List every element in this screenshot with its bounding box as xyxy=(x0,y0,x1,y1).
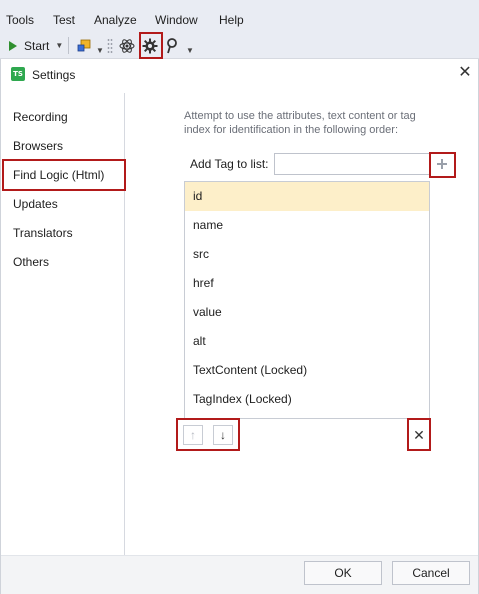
play-icon xyxy=(9,40,17,51)
arrow-up-icon: ↑ xyxy=(190,428,196,442)
close-icon[interactable]: ✕ xyxy=(457,64,473,82)
toolbar-overflow[interactable]: ▼ xyxy=(186,36,194,55)
list-item-alt[interactable]: alt xyxy=(185,327,429,356)
grip-icon xyxy=(107,38,113,53)
overflow-caret-icon: ▼ xyxy=(96,46,104,55)
dialog-title: Settings xyxy=(32,68,76,82)
plus-icon xyxy=(437,159,447,169)
start-button[interactable]: Start ▼ xyxy=(8,36,63,55)
tag-order-list[interactable]: id name src href value alt TextContent (… xyxy=(184,181,430,419)
list-item-value[interactable]: value xyxy=(185,298,429,327)
move-up-button[interactable]: ↑ xyxy=(183,425,203,445)
list-item-tagindex[interactable]: TagIndex (Locked) xyxy=(185,385,429,414)
menu-test[interactable]: Test xyxy=(53,13,75,27)
menu-tools[interactable]: Tools xyxy=(6,13,34,27)
nav-translators[interactable]: Translators xyxy=(13,223,73,243)
list-item-src[interactable]: src xyxy=(185,240,429,269)
record-icon xyxy=(77,39,91,51)
sidebar-divider xyxy=(124,93,125,555)
find-logic-description: Attempt to use the attributes, text cont… xyxy=(184,110,416,136)
nav-recording[interactable]: Recording xyxy=(13,107,68,127)
record-button[interactable] xyxy=(76,36,92,55)
nav-others[interactable]: Others xyxy=(13,252,49,272)
add-tag-label: Add Tag to list: xyxy=(190,157,269,171)
arrow-down-icon: ↓ xyxy=(220,428,226,442)
key-icon xyxy=(167,37,177,53)
list-item-textcontent[interactable]: TextContent (Locked) xyxy=(185,356,429,385)
menu-bar: Tools Test Analyze Window Help xyxy=(0,0,479,32)
nav-updates[interactable]: Updates xyxy=(13,194,58,214)
list-item-href[interactable]: href xyxy=(185,269,429,298)
delete-tag-button[interactable]: ✕ xyxy=(412,426,426,444)
start-label: Start xyxy=(24,38,50,53)
help-search-button[interactable] xyxy=(165,36,179,55)
app-logo: TS xyxy=(11,67,25,81)
add-tag-input[interactable] xyxy=(274,153,430,175)
atom-icon xyxy=(119,38,135,53)
overflow-caret-icon: ▼ xyxy=(186,46,194,55)
cancel-button[interactable]: Cancel xyxy=(392,561,470,585)
menu-window[interactable]: Window xyxy=(155,13,198,27)
settings-button[interactable] xyxy=(142,36,158,55)
chevron-down-icon: ▼ xyxy=(55,41,64,50)
list-item-name[interactable]: name xyxy=(185,211,429,240)
toolbar-separator xyxy=(68,37,69,54)
toolbar-grip xyxy=(107,36,113,55)
add-tag-button[interactable] xyxy=(433,155,451,173)
ok-button[interactable]: OK xyxy=(304,561,382,585)
nav-find-logic-html[interactable]: Find Logic (Html) xyxy=(13,165,104,185)
dialog-titlebar: TS Settings ✕ xyxy=(1,59,479,91)
gear-icon xyxy=(142,38,158,53)
inspector-button[interactable] xyxy=(119,36,135,55)
list-item-id[interactable]: id xyxy=(185,182,429,211)
settings-dialog: TS Settings ✕ Recording Browsers Find Lo… xyxy=(0,59,479,594)
nav-browsers[interactable]: Browsers xyxy=(13,136,63,156)
move-down-button[interactable]: ↓ xyxy=(213,425,233,445)
menu-help[interactable]: Help xyxy=(219,13,244,27)
toolbar: Start ▼ ▼ ▼ xyxy=(0,32,479,59)
record-dropdown[interactable]: ▼ xyxy=(96,36,104,55)
x-icon: ✕ xyxy=(413,426,425,443)
dialog-footer: OK Cancel xyxy=(1,556,478,594)
menu-analyze[interactable]: Analyze xyxy=(94,13,137,27)
